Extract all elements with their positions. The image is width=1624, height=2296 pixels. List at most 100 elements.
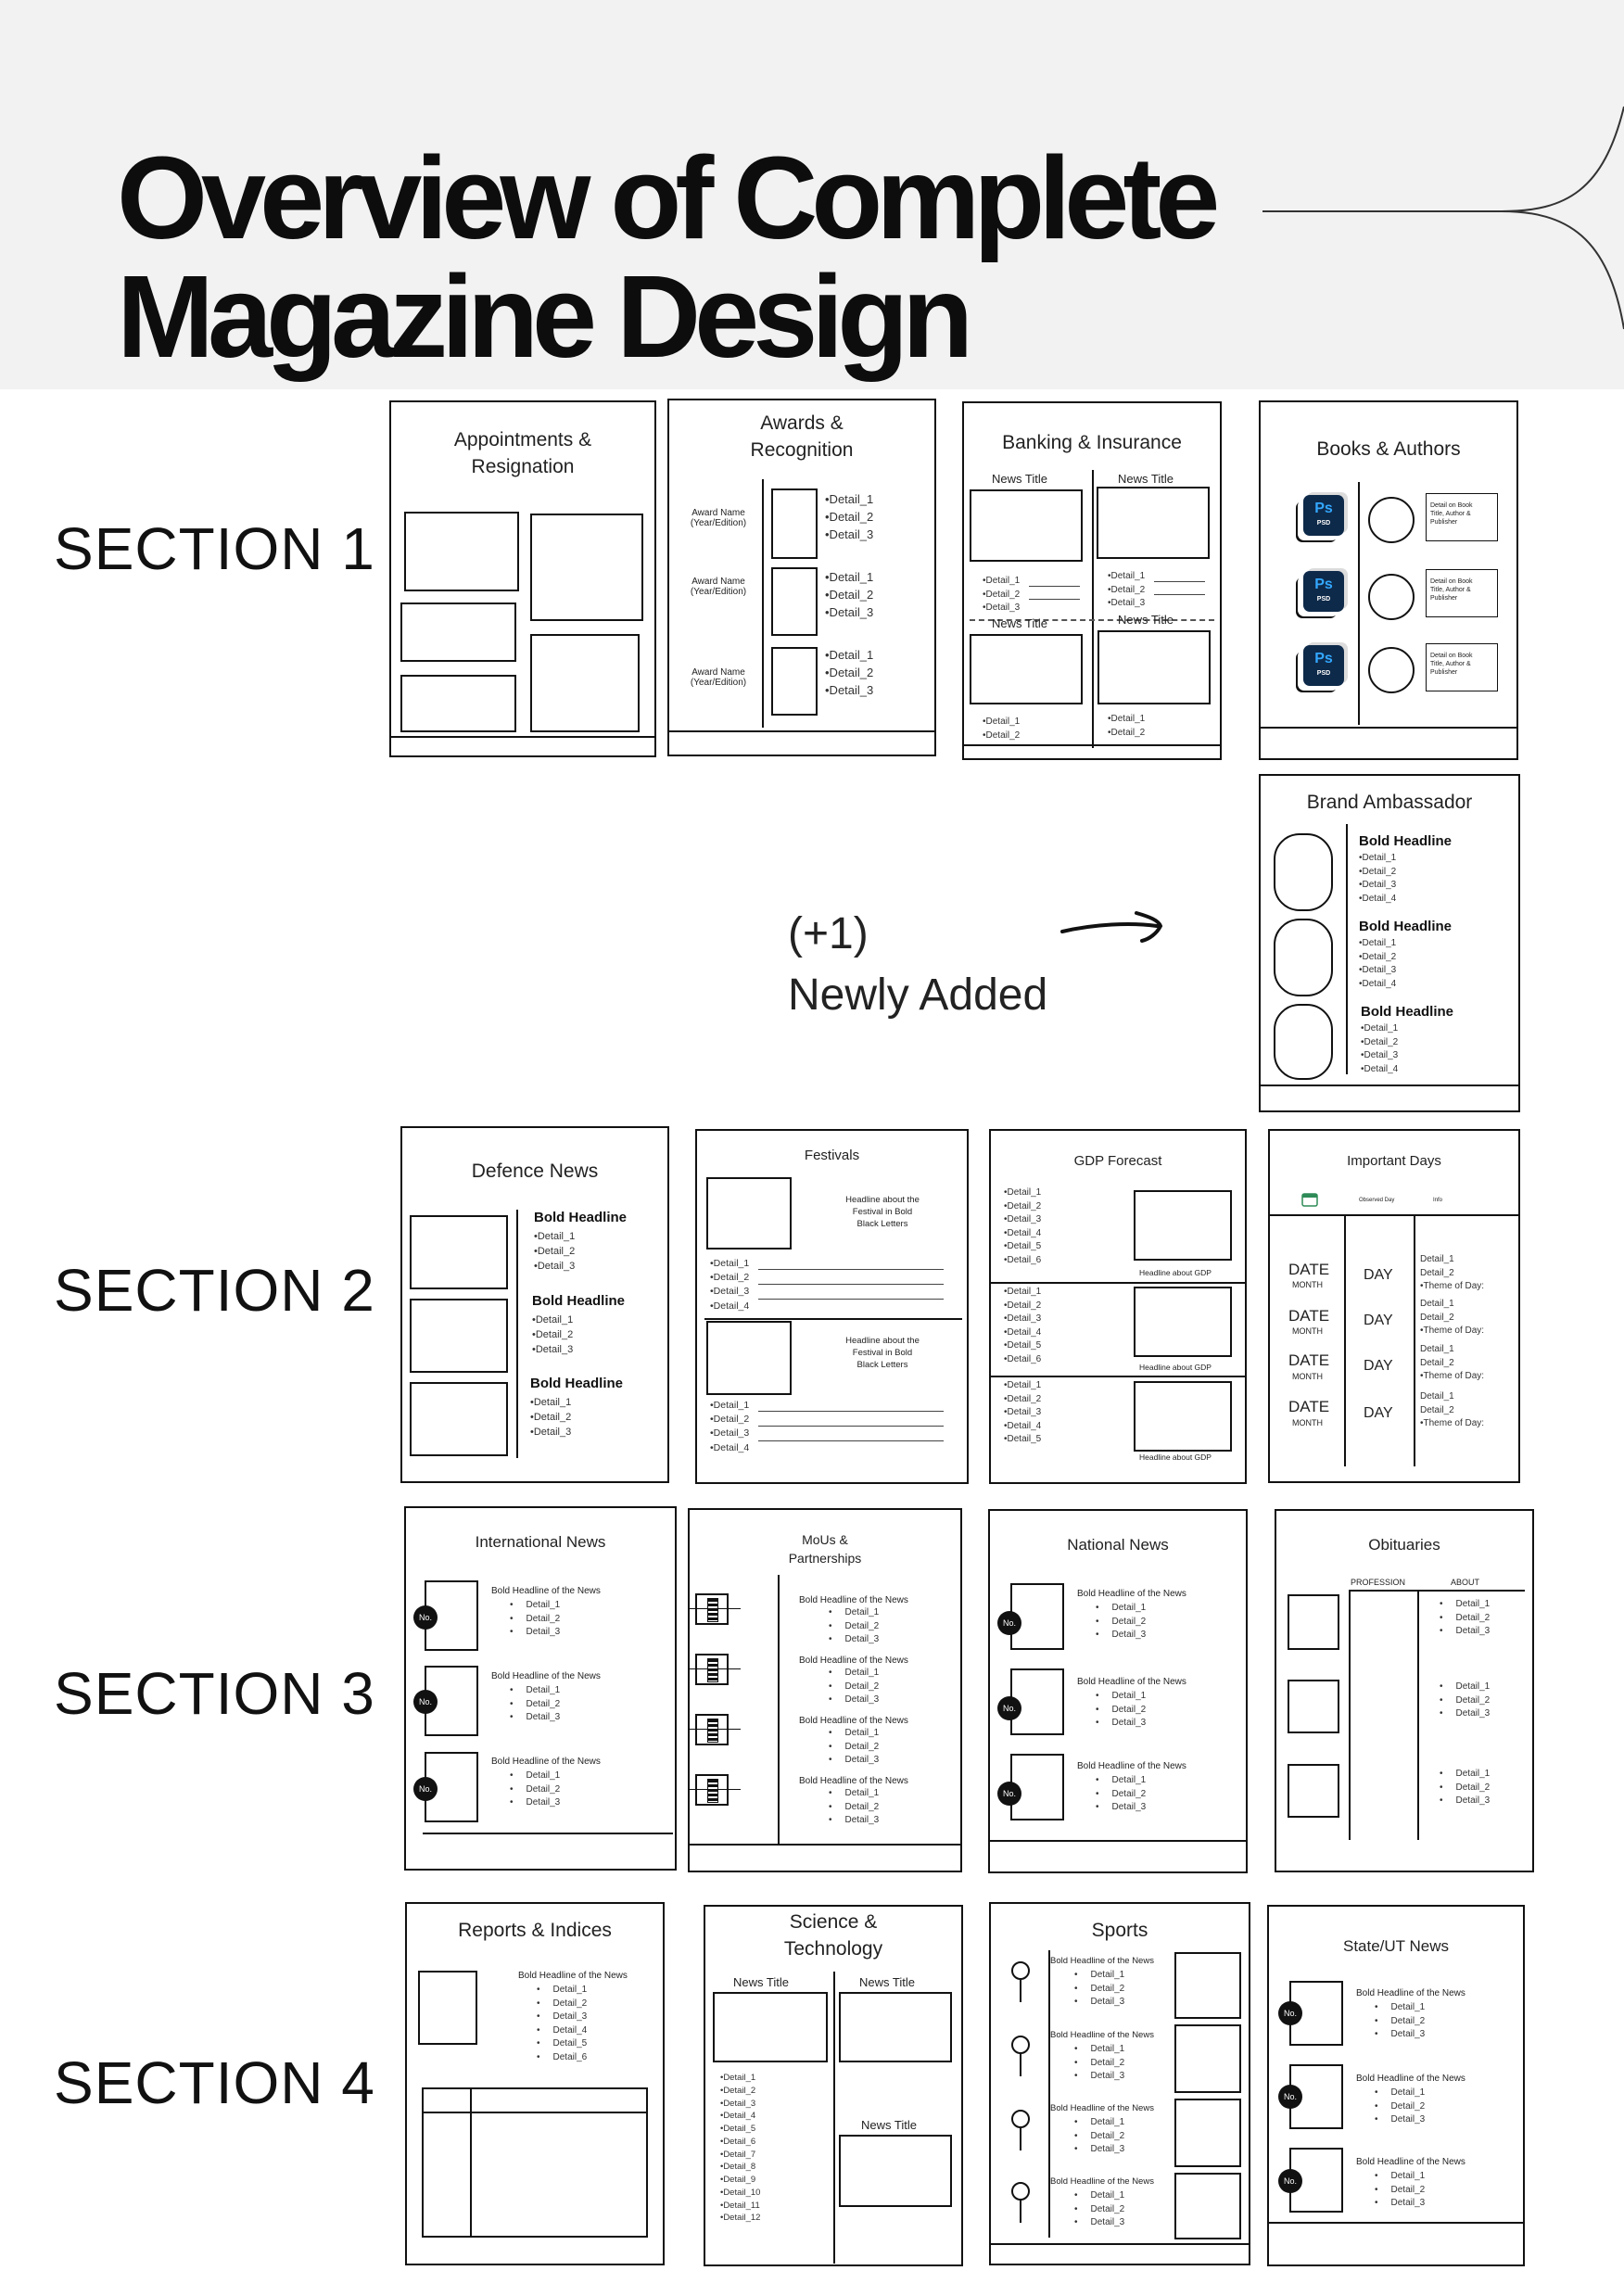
list-item-text: •Detail_3 — [710, 1286, 750, 1298]
news-image-placeholder — [410, 1215, 508, 1289]
bullet-icon: • — [1074, 2144, 1078, 2154]
number-badge: No. — [413, 1605, 438, 1630]
page-national-title: National News — [1067, 1536, 1169, 1554]
list-item-text: •Detail_2 — [1004, 1200, 1042, 1211]
list-item-text: Detail_1 — [844, 1668, 880, 1678]
festival-detail-list: •Detail_1 •Detail_2 •Detail_3 •Detail_4 — [710, 1257, 749, 1313]
image-placeholder — [400, 675, 516, 732]
list-item: •Detail_2 — [720, 2085, 760, 2098]
newly-added-count: (+1) — [788, 909, 869, 958]
list-item: •Detail_4 — [710, 1300, 749, 1313]
list-item: •Detail_3 — [1004, 1213, 1041, 1227]
list-item-text: Detail_3 — [1111, 1718, 1147, 1728]
list-item-text: •Detail_1 — [532, 1314, 574, 1326]
page-books-title: Books & Authors — [1316, 438, 1461, 460]
film-strip-icon — [695, 1774, 729, 1806]
list-item: •Detail_2 — [1361, 1036, 1398, 1050]
author-photo-placeholder — [1368, 574, 1415, 620]
list-item-text: Detail_3 — [526, 1627, 561, 1637]
day-label: DAY — [1364, 1313, 1393, 1328]
page-brand-ambassador: Brand Ambassador Bold Headline •Detail_1… — [1259, 774, 1520, 1112]
book-caption: Detail on Book Title, Author & Publisher — [1430, 502, 1473, 526]
sports-detail-list: • Detail_1 • Detail_2 • Detail_3 — [1074, 1969, 1124, 2010]
list-item: •Detail_1 — [1361, 1022, 1398, 1036]
film-strip-icon — [695, 1714, 729, 1745]
bullet-icon: • — [1074, 2057, 1078, 2068]
bullet-icon: • — [829, 1755, 832, 1765]
book-cover-icon: Ps PSD — [1303, 495, 1344, 536]
news-detail-list: •Detail_1 •Detail_2 •Detail_3 — [1108, 570, 1145, 611]
list-item: •Detail_2 — [983, 729, 1020, 743]
list-item: •Detail_2 — [1108, 584, 1145, 598]
list-item: •Detail_3 — [1004, 1313, 1041, 1326]
festival-headline: Headline about the Festival in Bold Blac… — [845, 1336, 920, 1370]
news-image-placeholder — [1097, 487, 1210, 559]
footer-line — [990, 1840, 1246, 1842]
list-item: •Detail_1 — [829, 1606, 879, 1620]
list-item-text: Detail_2 — [1455, 1782, 1491, 1793]
page-sports-title: Sports — [1091, 1920, 1148, 1941]
news-image-placeholder — [839, 1992, 952, 2062]
list-item: •Detail_1 — [1096, 1690, 1146, 1704]
mou-detail-list: • Detail_1 • Detail_2 • Detail_3 — [829, 1606, 879, 1647]
image-placeholder — [400, 603, 516, 662]
list-item: •Detail_6 — [720, 2136, 760, 2149]
page-science: Science & Technology News Title News Tit… — [704, 1905, 963, 2266]
column-divider — [1358, 482, 1360, 725]
sports-image-placeholder — [1174, 2173, 1241, 2239]
list-item-text: •Detail_4 — [710, 1300, 750, 1312]
list-item-text: Detail_2 — [1090, 2130, 1125, 2141]
list-item-text: •Detail_4 — [1004, 1227, 1042, 1238]
list-item: •Detail_3 — [1375, 2028, 1425, 2042]
news-image-placeholder — [713, 1992, 828, 2062]
list-item: •Detail_2 — [510, 1698, 560, 1712]
bullet-icon: • — [1074, 2117, 1078, 2127]
calendar-icon — [1301, 1193, 1318, 1207]
list-item: •Detail_2 — [510, 1613, 560, 1627]
gdp-detail-list: •Detail_1 •Detail_2 •Detail_3 •Detail_4 •Det… — [1004, 1379, 1041, 1447]
obituary-detail-list: • Detail_1 • Detail_2 • Detail_3 — [1440, 1768, 1490, 1808]
date-label: DATE — [1288, 1261, 1330, 1278]
list-item: •Detail_3 — [530, 1426, 571, 1440]
number-badge: No. — [997, 1611, 1021, 1635]
list-item-text: Detail_1 — [526, 1770, 561, 1781]
list-item: •Detail_3 — [510, 1626, 560, 1640]
list-item-text: •Detail_3 — [1004, 1214, 1042, 1224]
bullet-icon: • — [510, 1712, 514, 1722]
list-item-text: •Detail_1 — [710, 1400, 750, 1411]
section-label-2: SECTION 2 — [54, 1257, 375, 1324]
bullet-icon: • — [1440, 1681, 1443, 1692]
news-headline: Bold Headline of the News — [1356, 1988, 1465, 1998]
list-item-text: Detail_2 — [1420, 1312, 1454, 1323]
list-item-text: Detail_1 — [1455, 1599, 1491, 1609]
list-item: •Detail_1 — [720, 2072, 760, 2085]
list-item-text: •Detail_2 — [1108, 727, 1146, 738]
mou-detail-list: • Detail_1 • Detail_2 • Detail_3 — [829, 1787, 879, 1828]
list-item-text: Detail_2 — [526, 1613, 561, 1624]
list-item: •Detail_3 — [825, 526, 873, 544]
bullet-icon: • — [1074, 2217, 1078, 2227]
list-item: •Detail_3 — [825, 682, 873, 700]
list-item-text: Detail_3 — [1090, 2144, 1125, 2154]
list-item: •Detail_2 — [1375, 2184, 1425, 2198]
book-cover-icon: Ps PSD — [1303, 571, 1344, 612]
connector-line — [690, 1668, 741, 1669]
section-divider — [704, 1318, 962, 1320]
number-badge: No. — [997, 1782, 1021, 1806]
list-item: •Detail_2 — [1096, 1788, 1146, 1802]
list-item-text: Detail_3 — [1090, 1997, 1125, 2007]
list-item: •Detail_3 — [510, 1796, 560, 1810]
column-header-observed-day: Observed Day — [1359, 1198, 1395, 1203]
list-item: Detail_1 — [1420, 1390, 1484, 1404]
list-item-text: •Detail_6 — [1004, 1254, 1042, 1265]
detail-rule — [758, 1269, 944, 1270]
list-item-text: •Detail_1 — [1004, 1187, 1042, 1198]
list-item-text: •Detail_3 — [532, 1343, 574, 1355]
mou-headline: Bold Headline of the News — [799, 1655, 908, 1666]
book-caption-box: Detail on Book Title, Author & Publisher — [1426, 493, 1498, 541]
list-item: •Theme of Day: — [1420, 1280, 1484, 1294]
day-detail-list: Detail_1 Detail_2 •Theme of Day: — [1420, 1298, 1484, 1338]
report-headline: Bold Headline of the News — [518, 1971, 628, 1981]
news-title-label: News Title — [992, 472, 1047, 486]
bullet-icon: • — [537, 2038, 540, 2049]
